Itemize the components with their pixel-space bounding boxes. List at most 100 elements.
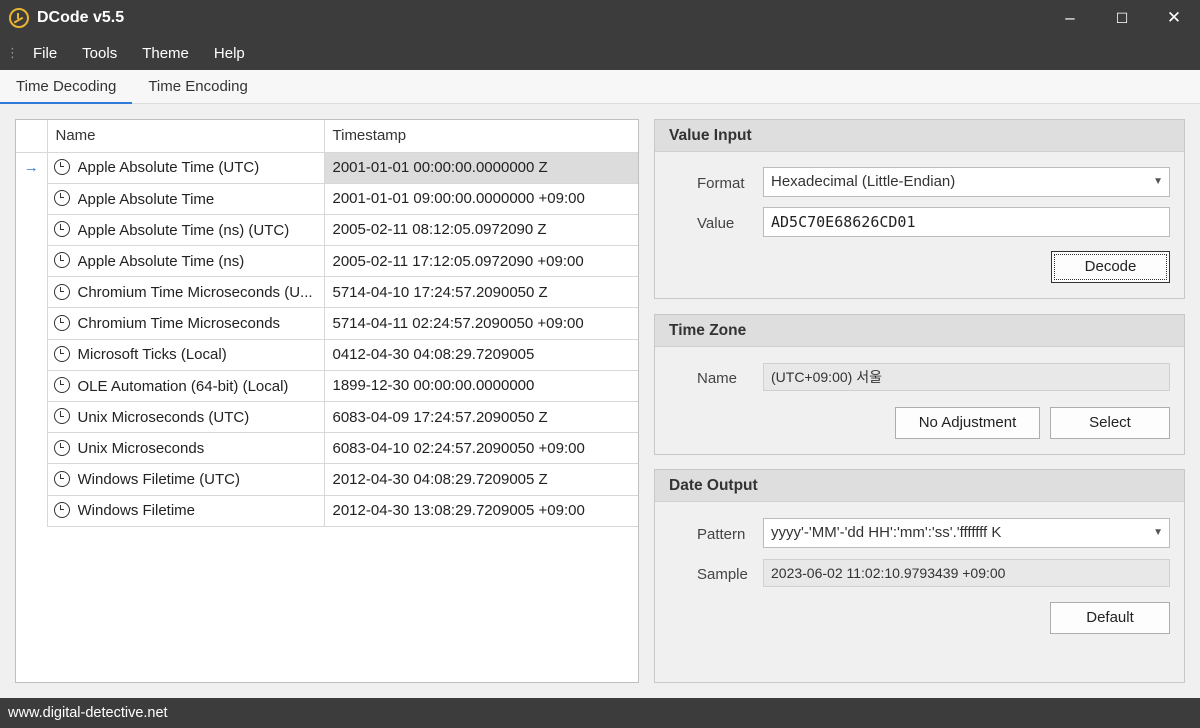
row-indicator	[16, 370, 48, 402]
column-header-timestamp[interactable]: Timestamp	[324, 120, 638, 153]
row-indicator	[16, 432, 48, 464]
clock-icon	[53, 501, 70, 518]
table-row[interactable]: Microsoft Ticks (Local) 0412-04-30 04:08:…	[16, 339, 638, 371]
time-zone-name-value: (UTC+09:00) 서울	[763, 363, 1170, 391]
no-adjustment-button[interactable]: No Adjustment	[895, 407, 1040, 439]
dcode-logo-icon	[9, 8, 29, 28]
cell-timestamp[interactable]: 2012-04-30 04:08:29.7209005 Z	[324, 463, 638, 496]
clock-icon	[53, 221, 70, 238]
clock-icon	[53, 283, 70, 300]
table-row[interactable]: Windows Filetime (UTC) 2012-04-30 04:08:2…	[16, 463, 638, 496]
table-row[interactable]: Apple Absolute Time (ns) (UTC) 2005-02-11…	[16, 214, 638, 247]
cell-timestamp[interactable]: 0412-04-30 04:08:29.7209005	[324, 339, 638, 371]
cell-name[interactable]: Unix Microseconds	[47, 432, 325, 465]
cell-timestamp[interactable]: 2005-02-11 08:12:05.0972090 Z	[324, 214, 638, 247]
pattern-dropdown[interactable]: yyyy'-'MM'-'dd HH':'mm':'ss'.'fffffff K …	[763, 518, 1170, 548]
sample-label: Sample	[697, 566, 748, 583]
cell-name[interactable]: Microsoft Ticks (Local)	[47, 339, 325, 371]
cell-timestamp[interactable]: 6083-04-09 17:24:57.2090050 Z	[324, 401, 638, 434]
cell-name[interactable]: Unix Microseconds (UTC)	[47, 401, 325, 434]
table-row[interactable]: Chromium Time Microseconds 5714-04-11 02:…	[16, 307, 638, 340]
row-indicator	[16, 214, 48, 246]
table-row[interactable]: Unix Microseconds (UTC) 6083-04-09 17:24:…	[16, 401, 638, 434]
maximize-button[interactable]: ☐	[1096, 0, 1148, 36]
clock-icon	[53, 439, 70, 456]
table-row[interactable]: Apple Absolute Time (ns) 2005-02-11 17:12…	[16, 245, 638, 278]
table-row[interactable]: Chromium Time Microseconds (U... 5714-04-…	[16, 276, 638, 309]
table-row[interactable]: Apple Absolute Time 2001-01-01 09:00:00.0…	[16, 183, 638, 215]
menu-file[interactable]: File	[33, 45, 57, 62]
tab-time-decoding[interactable]: Time Decoding	[0, 70, 133, 104]
tab-time-encoding[interactable]: Time Encoding	[132, 70, 264, 104]
table-row[interactable]: Unix Microseconds 6083-04-10 02:24:57.209…	[16, 432, 638, 465]
cell-timestamp[interactable]: 5714-04-11 02:24:57.2090050 +09:00	[324, 307, 638, 340]
cell-name[interactable]: Apple Absolute Time (ns) (UTC)	[47, 214, 325, 247]
row-indicator	[16, 183, 48, 215]
menu-tools[interactable]: Tools	[82, 45, 117, 62]
cell-name-text: Apple Absolute Time (ns) (UTC)	[77, 221, 290, 239]
row-indicator	[16, 463, 48, 496]
pattern-value: yyyy'-'MM'-'dd HH':'mm':'ss'.'fffffff K	[771, 524, 1002, 541]
row-indicator: →	[16, 152, 48, 184]
value-label: Value	[697, 215, 735, 232]
decode-button[interactable]: Decode	[1051, 251, 1170, 283]
clock-icon	[53, 345, 70, 362]
value-input-header: Value Input	[655, 120, 1184, 152]
cell-name-text: Unix Microseconds	[77, 440, 205, 458]
cell-timestamp[interactable]: 5714-04-10 17:24:57.2090050 Z	[324, 276, 638, 309]
date-output-panel: Date Output Pattern yyyy'-'MM'-'dd HH':'…	[654, 469, 1185, 683]
table-row[interactable]: OLE Automation (64-bit) (Local) 1899-12-3…	[16, 370, 638, 403]
menu-bar: ⋮ File Tools Theme Help	[0, 36, 1200, 70]
cell-name[interactable]: Apple Absolute Time (ns)	[47, 245, 325, 278]
cell-timestamp[interactable]: 1899-12-30 00:00:00.0000000	[324, 370, 638, 403]
cell-name-text: OLE Automation (64-bit) (Local)	[77, 377, 289, 395]
cell-name-text: Apple Absolute Time	[77, 190, 215, 208]
row-indicator	[16, 307, 48, 340]
menu-help[interactable]: Help	[214, 45, 245, 62]
cell-name[interactable]: Windows Filetime	[47, 495, 325, 527]
minimize-button[interactable]: –	[1044, 0, 1096, 36]
cell-timestamp[interactable]: 2012-04-30 13:08:29.7209005 +09:00	[324, 495, 638, 527]
table-row[interactable]: → Apple Absolute Time (UTC) 2001-01-01 00:…	[16, 152, 638, 184]
menu-grip-icon: ⋮	[6, 45, 19, 60]
clock-icon	[53, 470, 70, 487]
value-input-field[interactable]: AD5C70E68626CD01	[763, 207, 1170, 237]
cell-name[interactable]: Windows Filetime (UTC)	[47, 463, 325, 496]
clock-icon	[53, 190, 70, 207]
row-indicator	[16, 339, 48, 371]
table-row[interactable]: Windows Filetime 2012-04-30 13:08:29.7209…	[16, 495, 638, 527]
cell-name[interactable]: Chromium Time Microseconds	[47, 307, 325, 340]
chevron-down-icon: ▼	[1153, 527, 1163, 538]
cell-name[interactable]: OLE Automation (64-bit) (Local)	[47, 370, 325, 403]
menu-theme[interactable]: Theme	[142, 45, 189, 62]
cell-name-text: Unix Microseconds (UTC)	[77, 408, 250, 426]
cell-timestamp[interactable]: 2005-02-11 17:12:05.0972090 +09:00	[324, 245, 638, 278]
website-link[interactable]: www.digital-detective.net	[8, 705, 168, 721]
cell-name-text: Chromium Time Microseconds	[77, 315, 281, 333]
cell-name-text: Apple Absolute Time (ns)	[77, 252, 245, 270]
select-button[interactable]: Select	[1050, 407, 1170, 439]
cell-name[interactable]: Apple Absolute Time (UTC)	[47, 152, 325, 184]
cell-name[interactable]: Apple Absolute Time	[47, 183, 325, 215]
column-header-name[interactable]: Name	[47, 120, 325, 153]
clock-icon	[53, 158, 70, 175]
row-indicator-header	[16, 120, 48, 153]
close-button[interactable]: ✕	[1148, 0, 1200, 36]
row-indicator	[16, 276, 48, 308]
cell-timestamp[interactable]: 2001-01-01 09:00:00.0000000 +09:00	[324, 183, 638, 215]
default-button[interactable]: Default	[1050, 602, 1170, 634]
format-dropdown[interactable]: Hexadecimal (Little-Endian) ▼	[763, 167, 1170, 197]
sample-value: 2023-06-02 11:02:10.9793439 +09:00	[763, 559, 1170, 587]
window-title: DCode v5.5	[37, 9, 125, 26]
cell-timestamp[interactable]: 2001-01-01 00:00:00.0000000 Z	[324, 152, 638, 184]
clock-icon	[53, 377, 70, 394]
time-zone-header: Time Zone	[655, 315, 1184, 347]
chevron-down-icon: ▼	[1153, 176, 1163, 187]
clock-icon	[53, 252, 70, 269]
cell-name[interactable]: Chromium Time Microseconds (U...	[47, 276, 325, 309]
date-output-header: Date Output	[655, 470, 1184, 502]
cell-timestamp[interactable]: 6083-04-10 02:24:57.2090050 +09:00	[324, 432, 638, 465]
format-value: Hexadecimal (Little-Endian)	[771, 173, 956, 190]
row-indicator	[16, 245, 48, 277]
results-grid[interactable]: Name Timestamp → Apple Absolute Time (UTC…	[15, 119, 639, 683]
